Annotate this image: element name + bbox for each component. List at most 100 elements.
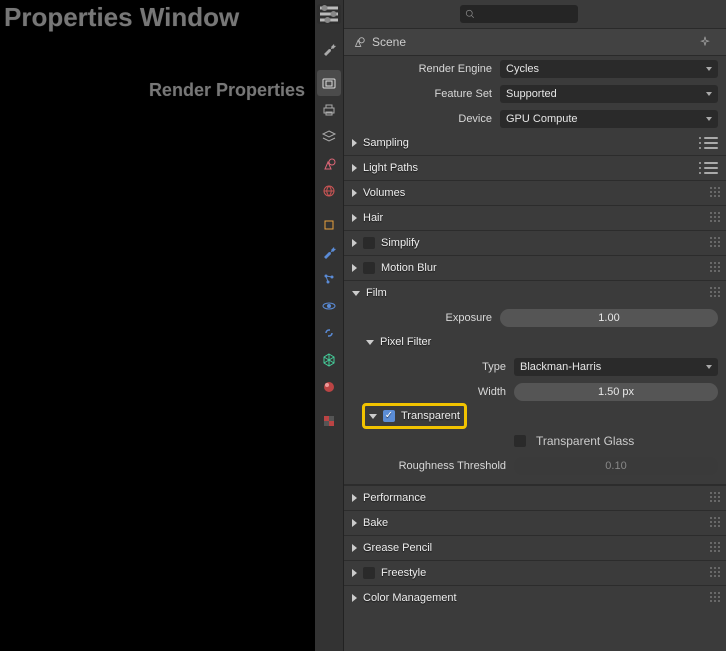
editor-type-button[interactable] xyxy=(317,4,341,24)
checkbox-simplify[interactable] xyxy=(363,237,375,249)
dropdown-render-engine[interactable]: Cycles xyxy=(500,60,718,78)
panel-sampling-label: Sampling xyxy=(363,137,409,149)
label-roughness-threshold: Roughness Threshold xyxy=(380,460,514,472)
chevron-right-icon xyxy=(352,569,357,577)
slider-roughness-threshold[interactable]: 0.10 xyxy=(514,457,718,475)
grip-icon[interactable] xyxy=(710,567,719,579)
checkbox-transparent[interactable] xyxy=(383,410,395,422)
grip-icon[interactable] xyxy=(710,287,719,299)
search-input[interactable] xyxy=(476,7,560,21)
search-field[interactable] xyxy=(460,5,578,23)
chevron-right-icon xyxy=(352,189,357,197)
tab-material[interactable] xyxy=(317,374,341,400)
tab-modifier[interactable] xyxy=(317,239,341,265)
preset-icon[interactable] xyxy=(704,137,718,149)
panel-grease-pencil[interactable]: Grease Pencil xyxy=(344,535,726,560)
panel-freestyle[interactable]: Freestyle xyxy=(344,560,726,585)
chevron-right-icon xyxy=(352,519,357,527)
subpanel-pixel-filter-label: Pixel Filter xyxy=(380,336,431,348)
tab-world[interactable] xyxy=(317,178,341,204)
panel-volumes-label: Volumes xyxy=(363,187,405,199)
properties-header xyxy=(344,0,726,29)
subpanel-transparent-label: Transparent xyxy=(401,410,460,422)
camera-back-icon xyxy=(321,75,337,91)
checkbox-motion-blur[interactable] xyxy=(363,262,375,274)
tab-texture[interactable] xyxy=(317,408,341,434)
mesh-icon xyxy=(321,352,337,368)
checkbox-freestyle[interactable] xyxy=(363,567,375,579)
wrench-icon xyxy=(321,41,337,57)
tab-output[interactable] xyxy=(317,97,341,123)
panel-simplify[interactable]: Simplify xyxy=(344,230,726,255)
label-transparent-glass: Transparent Glass xyxy=(536,434,634,448)
tab-render[interactable] xyxy=(317,70,341,96)
panel-hair[interactable]: Hair xyxy=(344,205,726,230)
panel-performance-label: Performance xyxy=(363,492,426,504)
globe-icon xyxy=(321,183,337,199)
subpanel-pixel-filter[interactable]: Pixel Filter xyxy=(344,330,726,354)
tab-particle[interactable] xyxy=(317,266,341,292)
label-device: Device xyxy=(352,113,500,125)
panel-motion-blur-label: Motion Blur xyxy=(381,262,437,274)
panel-volumes[interactable]: Volumes xyxy=(344,180,726,205)
panel-bake-label: Bake xyxy=(363,517,388,529)
annotation-subtitle: Render Properties xyxy=(149,80,305,101)
grip-icon[interactable] xyxy=(710,212,719,224)
tab-viewlayer[interactable] xyxy=(317,124,341,150)
panel-sampling[interactable]: Sampling xyxy=(344,131,726,155)
tab-data[interactable] xyxy=(317,347,341,373)
grip-icon[interactable] xyxy=(710,187,719,199)
panel-bake[interactable]: Bake xyxy=(344,510,726,535)
checker-icon xyxy=(321,413,337,429)
subpanel-transparent[interactable]: Transparent xyxy=(344,404,726,428)
panel-film[interactable]: Film xyxy=(344,280,726,305)
panel-simplify-label: Simplify xyxy=(381,237,420,249)
context-path: Scene xyxy=(344,29,726,56)
grip-icon[interactable] xyxy=(710,492,719,504)
tab-scene[interactable] xyxy=(317,151,341,177)
slider-exposure[interactable]: 1.00 xyxy=(500,309,718,327)
chevron-down-icon xyxy=(352,291,360,296)
grip-icon[interactable] xyxy=(710,542,719,554)
row-feature-set: Feature Set Supported xyxy=(344,81,726,106)
tab-physics[interactable] xyxy=(317,293,341,319)
panel-hair-label: Hair xyxy=(363,212,383,224)
dropdown-device[interactable]: GPU Compute xyxy=(500,110,718,128)
panel-color-management[interactable]: Color Management xyxy=(344,585,726,610)
chevron-right-icon xyxy=(352,494,357,502)
properties-tabs xyxy=(315,0,344,651)
tab-object[interactable] xyxy=(317,212,341,238)
panel-film-label: Film xyxy=(366,287,387,299)
panel-performance[interactable]: Performance xyxy=(344,485,726,510)
grip-icon[interactable] xyxy=(710,262,719,274)
grip-icon[interactable] xyxy=(710,517,719,529)
chevron-right-icon xyxy=(352,164,357,172)
tab-tool[interactable] xyxy=(317,36,341,62)
sphere-icon xyxy=(321,379,337,395)
panel-grease-label: Grease Pencil xyxy=(363,542,432,554)
slider-pf-width[interactable]: 1.50 px xyxy=(514,383,718,401)
row-exposure: Exposure 1.00 xyxy=(344,305,726,330)
panel-light-paths[interactable]: Light Paths xyxy=(344,155,726,180)
panel-motion-blur[interactable]: Motion Blur xyxy=(344,255,726,280)
particles-icon xyxy=(321,271,337,287)
grip-icon[interactable] xyxy=(710,237,719,249)
label-feature-set: Feature Set xyxy=(352,88,500,100)
printer-icon xyxy=(321,102,337,118)
row-pf-width: Width 1.50 px xyxy=(344,379,726,404)
link-icon xyxy=(321,325,337,341)
checkbox-transparent-glass[interactable] xyxy=(514,435,526,447)
pin-icon[interactable] xyxy=(698,35,712,49)
scene-icon xyxy=(352,35,366,49)
orbit-icon xyxy=(321,298,337,314)
search-icon xyxy=(464,8,476,20)
wrench-icon xyxy=(321,244,337,260)
chevron-right-icon xyxy=(352,594,357,602)
highlight-transparent: Transparent xyxy=(362,403,467,429)
label-pf-width: Width xyxy=(380,386,514,398)
grip-icon[interactable] xyxy=(710,592,719,604)
tab-constraint[interactable] xyxy=(317,320,341,346)
dropdown-feature-set[interactable]: Supported xyxy=(500,85,718,103)
preset-icon[interactable] xyxy=(704,162,718,174)
dropdown-pf-type[interactable]: Blackman-Harris xyxy=(514,358,718,376)
